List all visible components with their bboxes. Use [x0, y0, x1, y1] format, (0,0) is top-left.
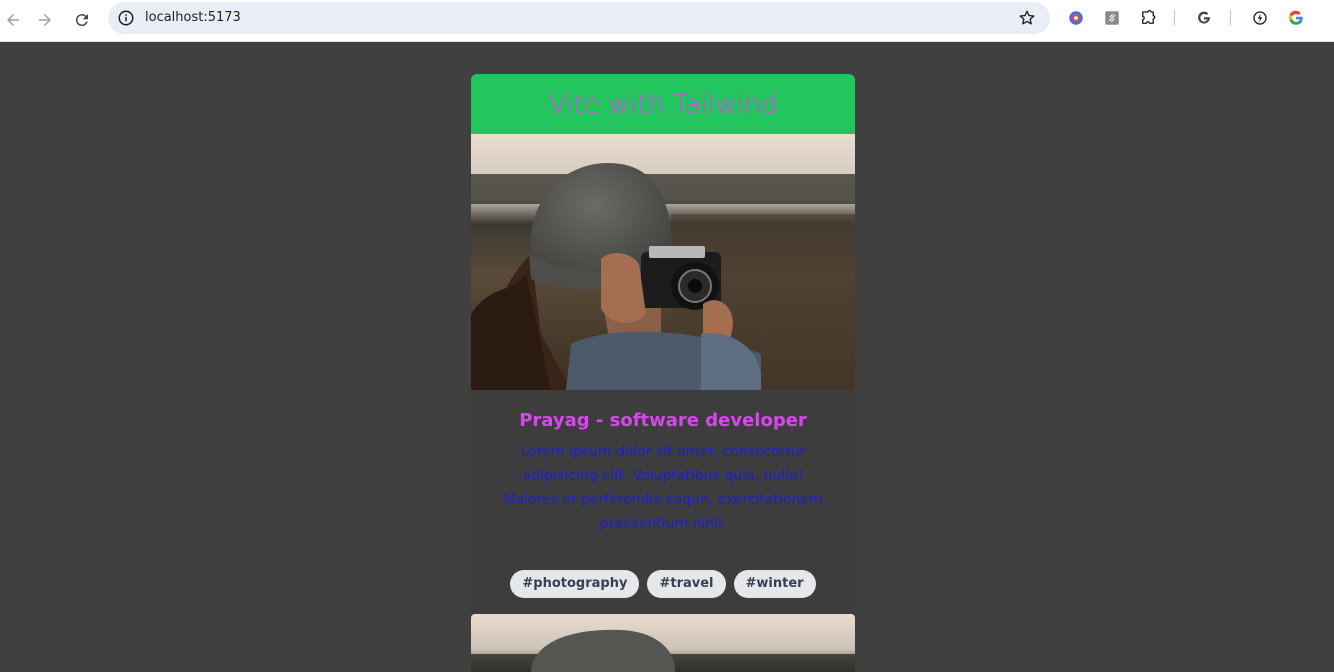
forward-arrow-icon — [39, 14, 51, 26]
toolbar-divider — [1174, 10, 1175, 26]
extension-bolt-button[interactable] — [1250, 8, 1270, 28]
card-title: Prayag - software developer — [519, 410, 807, 431]
site-info-icon[interactable] — [117, 9, 135, 27]
header-banner: Vite with Tailwind — [471, 74, 855, 134]
extension-zigzag-icon[interactable] — [1102, 8, 1122, 28]
zigzag-icon — [1105, 11, 1119, 25]
extension-colorful-icon[interactable] — [1066, 8, 1086, 28]
tag-list: #photography #travel #winter — [471, 536, 855, 614]
google-icon — [1288, 10, 1303, 25]
forward-button[interactable] — [32, 7, 58, 33]
bolt-circle-icon — [1253, 11, 1267, 25]
extensions-button[interactable] — [1138, 8, 1158, 28]
reload-icon — [75, 14, 88, 27]
content-column: Vite with Tailwind Prayag - software dev… — [471, 74, 855, 614]
extension-circle-icon — [1069, 11, 1083, 25]
g-letter-icon — [1198, 11, 1210, 24]
profile-card: Prayag - software developer Lorem ipsum … — [471, 134, 855, 614]
google-account-button[interactable] — [1286, 8, 1306, 28]
second-card-photo — [471, 614, 855, 672]
browser-toolbar: localhost:5173 — [0, 0, 1334, 42]
url-text[interactable]: localhost:5173 — [145, 9, 241, 27]
toolbar-divider — [1230, 10, 1231, 26]
tag-chip: #photography — [510, 570, 640, 598]
back-button[interactable] — [0, 7, 26, 33]
card-description: Lorem ipsum dolor sit amet, consectetur … — [503, 444, 823, 532]
address-bar[interactable]: localhost:5173 — [108, 2, 1050, 34]
card-photo — [471, 134, 855, 390]
extensions-puzzle-icon — [1142, 9, 1156, 24]
card-body: Prayag - software developer Lorem ipsum … — [471, 390, 855, 536]
tag-chip: #travel — [647, 570, 726, 598]
tag-chip: #winter — [733, 570, 816, 598]
banner-title: Vite with Tailwind — [548, 88, 778, 120]
card-photo — [471, 614, 855, 672]
extension-g-button[interactable] — [1194, 8, 1214, 28]
reload-button[interactable] — [69, 7, 95, 33]
bookmark-star-icon[interactable] — [1018, 9, 1036, 27]
back-arrow-icon — [7, 14, 19, 26]
